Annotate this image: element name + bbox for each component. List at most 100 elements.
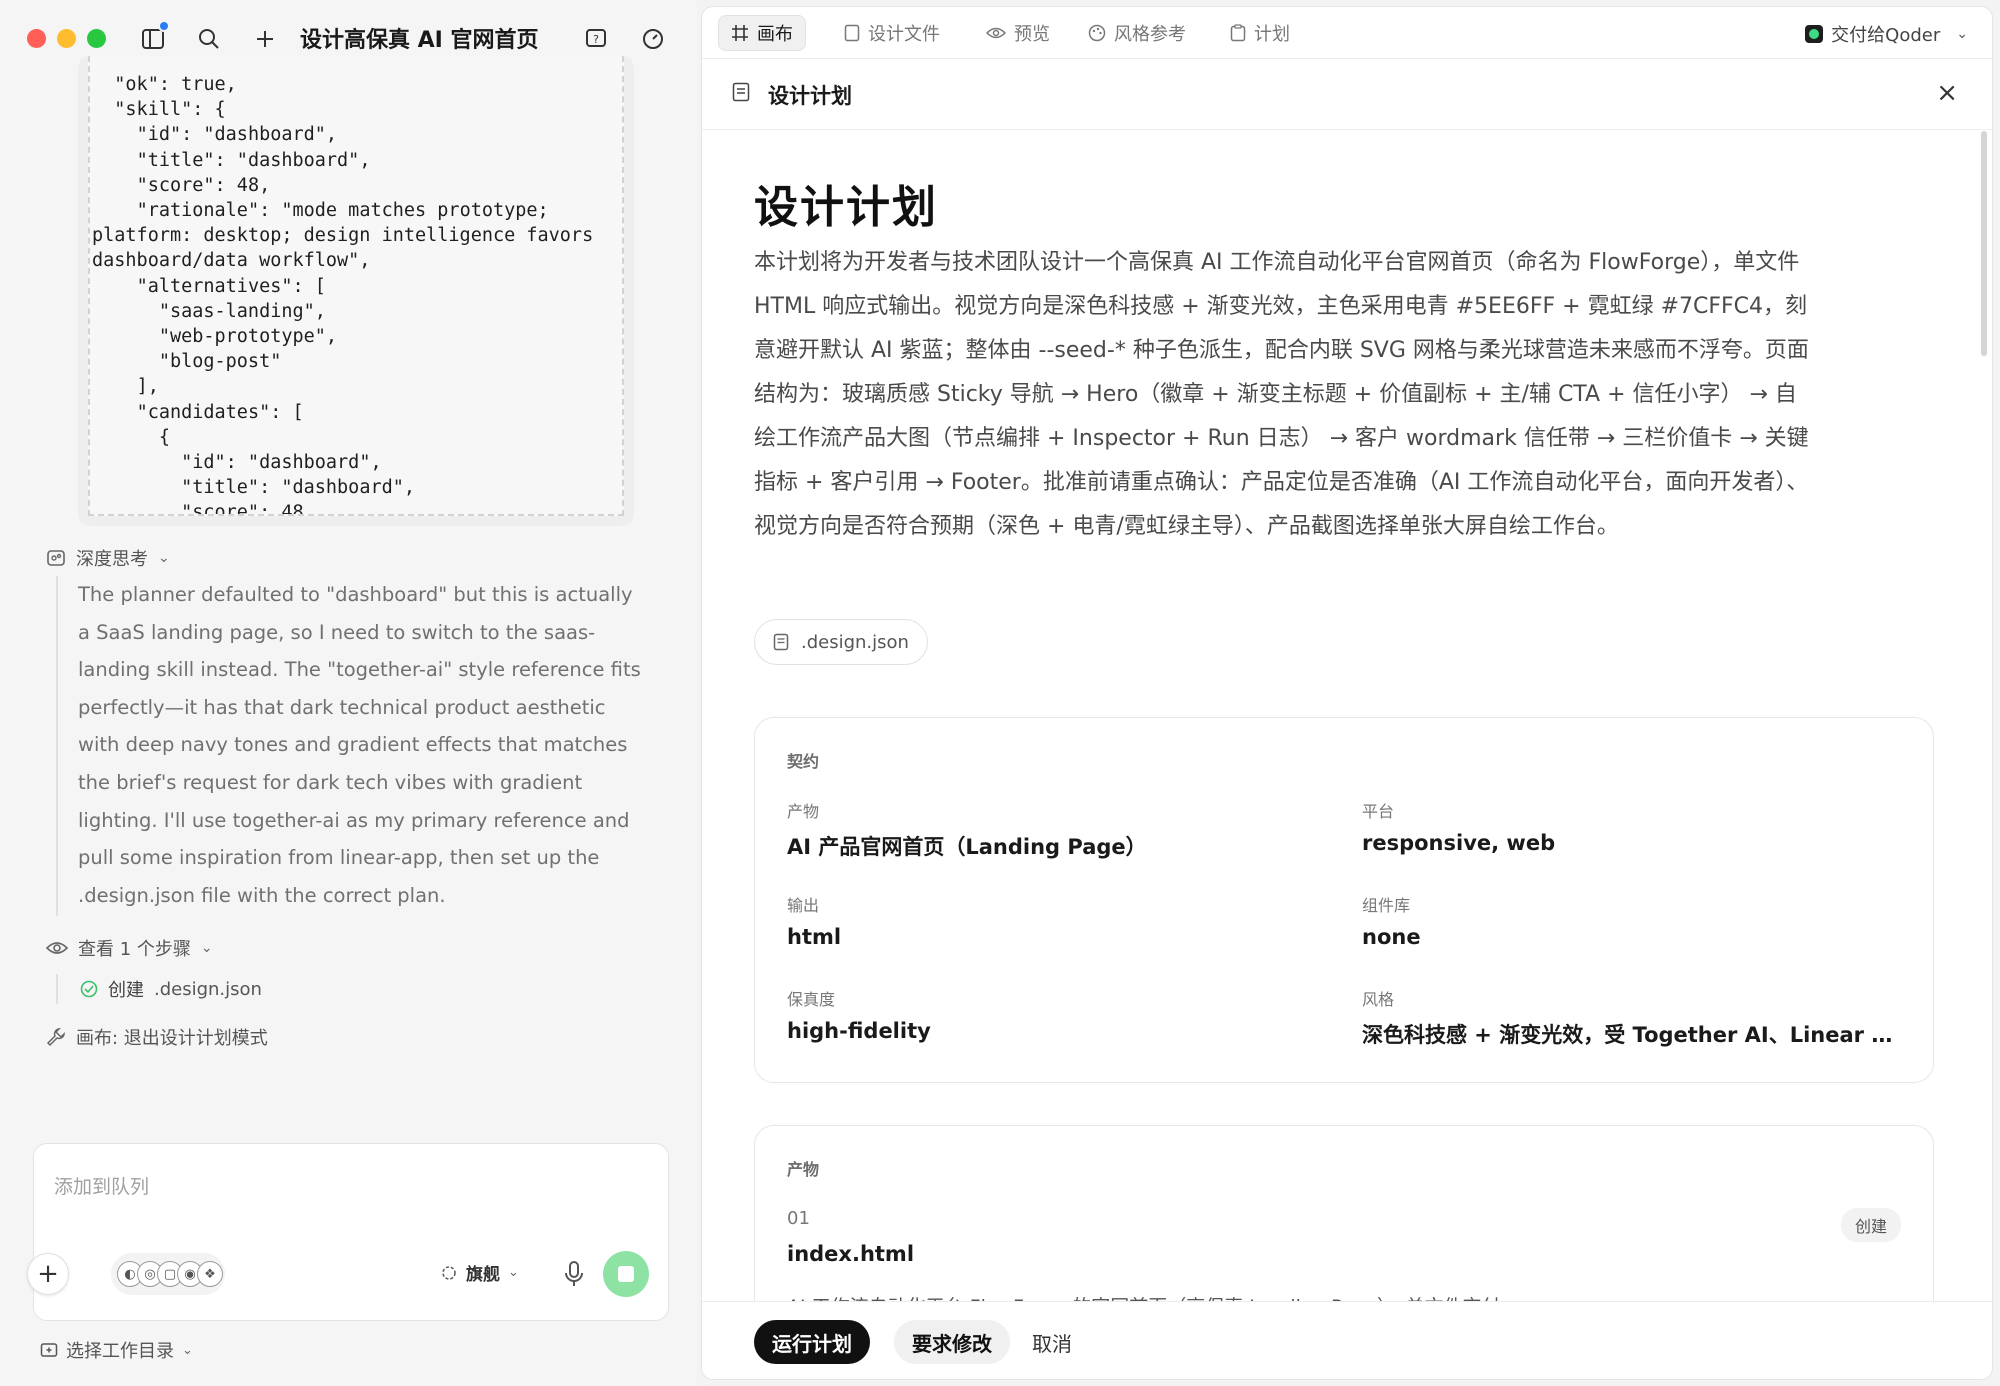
folder-plus-icon [40, 1343, 58, 1357]
canvas-action-label: 画布: 退出设计计划模式 [76, 1028, 268, 1049]
output-description: AI 工作流自动化平台 FlowForge 的官网首页（高保真 Landing … [787, 1292, 1501, 1301]
thinking-text: The planner defaulted to "dashboard" but… [78, 583, 641, 907]
steps-label: 查看 1 个步骤 [78, 939, 191, 960]
handoff-dropdown[interactable]: 交付给Qoder ⌄ [1805, 21, 1968, 47]
model-label: 旗舰 [466, 1265, 500, 1285]
request-changes-button[interactable]: 要求修改 [894, 1320, 1010, 1364]
maximize-window-button[interactable] [87, 29, 106, 48]
scrollbar[interactable] [1981, 131, 1987, 356]
chevron-down-icon: ⌄ [508, 1265, 519, 1280]
speedometer-icon[interactable] [640, 26, 666, 52]
design-panel: 画布 设计文件 预览 风格参考 计划 交付给Qoder ⌄ 设计计划 × 设计计… [701, 6, 1993, 1380]
chevron-down-icon: ⌄ [182, 1342, 193, 1358]
field-key: 组件库 [1362, 896, 1411, 915]
tool-selector[interactable]: ◐ ◎ ▢ ◉ ❖ [111, 1253, 225, 1295]
tab-label: 风格参考 [1114, 24, 1186, 45]
check-circle-icon [80, 980, 98, 998]
design-json-link[interactable]: .design.json [754, 619, 928, 665]
tab-preview[interactable]: 预览 [974, 15, 1062, 51]
output-index: 01 [787, 1208, 810, 1229]
app-window: 设计高保真 AI 官网首页 ? "ok": true, "skill": { "… [0, 0, 2000, 1386]
stop-icon [618, 1266, 634, 1282]
output-filename: index.html [787, 1242, 915, 1266]
help-icon[interactable]: ? [583, 26, 609, 52]
qoder-logo-icon [1805, 25, 1824, 43]
tab-design-files[interactable]: 设计文件 [832, 15, 952, 51]
close-icon[interactable]: × [1936, 78, 1958, 108]
thinking-content: The planner defaulted to "dashboard" but… [56, 576, 646, 916]
minimize-window-button[interactable] [57, 29, 76, 48]
workdir-label: 选择工作目录 [66, 1341, 174, 1362]
gear-icon [442, 1265, 456, 1280]
tab-label: 设计文件 [868, 24, 940, 45]
chevron-down-icon: ⌄ [200, 940, 213, 956]
field-value: html [787, 925, 842, 949]
contract-label: 契约 [787, 752, 820, 771]
new-chat-icon[interactable] [252, 26, 278, 52]
plan-title: 设计计划 [754, 182, 938, 233]
outputs-label: 产物 [787, 1160, 820, 1179]
field-value: 深色科技感 + 渐变光效，受 Together AI、Linear 启... [1362, 1023, 1902, 1047]
eye-icon [986, 27, 1006, 39]
action-bar: 运行计划 要求修改 取消 [702, 1301, 1992, 1379]
deep-thinking-toggle[interactable]: 深度思考 ⌄ [46, 545, 170, 571]
tab-bar: 画布 设计文件 预览 风格参考 计划 交付给Qoder ⌄ [702, 7, 1992, 59]
tool-icon: ❖ [197, 1261, 223, 1287]
close-window-button[interactable] [27, 29, 46, 48]
file-icon [773, 633, 789, 651]
field-value: high-fidelity [787, 1019, 931, 1043]
chevron-down-icon: ⌄ [158, 550, 170, 566]
contract-card: 契约 产物 AI 产品官网首页（Landing Page） 平台 respons… [754, 717, 1934, 1083]
field-value: AI 产品官网首页（Landing Page） [787, 835, 1147, 859]
outputs-card: 产物 01 index.html 创建 AI 工作流自动化平台 FlowForg… [754, 1125, 1934, 1301]
tab-canvas[interactable]: 画布 [718, 15, 806, 51]
queue-input[interactable]: 添加到队列 [54, 1172, 149, 1199]
step-target: .design.json [154, 978, 262, 1000]
microphone-icon[interactable] [560, 1259, 588, 1289]
add-attachment-button[interactable]: + [27, 1253, 69, 1295]
field-value: responsive, web [1362, 831, 1556, 855]
chat-title: 设计高保真 AI 官网首页 [300, 28, 539, 53]
plan-summary: 本计划将为开发者与技术团队设计一个高保真 AI 工作流自动化平台官网首页（命名为… [754, 250, 1809, 539]
step-action: 创建 [108, 980, 144, 1001]
deep-thinking-label: 深度思考 [76, 549, 148, 570]
svg-text:?: ? [593, 33, 599, 46]
doc-header-title: 设计计划 [768, 84, 852, 108]
run-plan-button[interactable]: 运行计划 [754, 1320, 870, 1364]
json-output: "ok": true, "skill": { "id": "dashboard"… [88, 56, 624, 516]
handoff-label: 交付给Qoder [1831, 25, 1941, 46]
clipboard-icon [1230, 24, 1246, 42]
steps-toggle[interactable]: 查看 1 个步骤 ⌄ [46, 935, 213, 961]
stop-button[interactable] [603, 1251, 649, 1297]
model-selector[interactable]: 旗舰 ⌄ [440, 1260, 519, 1285]
file-icon [844, 24, 860, 42]
workdir-selector[interactable]: 选择工作目录 ⌄ [40, 1337, 193, 1363]
json-output-text: "ok": true, "skill": { "id": "dashboard"… [92, 74, 594, 516]
document-icon [732, 82, 750, 106]
chevron-down-icon: ⌄ [1956, 26, 1968, 42]
field-key: 风格 [1362, 990, 1395, 1009]
notification-dot [158, 20, 170, 32]
tab-label: 画布 [757, 24, 793, 45]
field-key: 平台 [1362, 802, 1395, 821]
canvas-icon [732, 25, 748, 41]
palette-icon [1088, 24, 1106, 42]
field-value: none [1362, 925, 1421, 949]
eye-icon [46, 942, 68, 954]
canvas-action-row: 画布: 退出设计计划模式 [46, 1024, 268, 1050]
search-icon[interactable] [196, 26, 222, 52]
field-key: 保真度 [787, 990, 836, 1009]
field-key: 产物 [787, 802, 820, 821]
chat-panel: 设计高保真 AI 官网首页 ? "ok": true, "skill": { "… [0, 0, 697, 1386]
field-key: 输出 [787, 896, 820, 915]
tab-label: 计划 [1254, 24, 1290, 45]
brain-icon [47, 550, 65, 566]
wrench-icon [46, 1028, 65, 1047]
step-item: 创建 .design.json [56, 974, 262, 1004]
status-badge: 创建 [1840, 1208, 1901, 1242]
plan-document: 设计计划 本计划将为开发者与技术团队设计一个高保真 AI 工作流自动化平台官网首… [702, 131, 1992, 1301]
tab-style-reference[interactable]: 风格参考 [1076, 15, 1198, 51]
doc-header: 设计计划 × [702, 60, 1992, 130]
tab-plan[interactable]: 计划 [1218, 15, 1302, 51]
cancel-button[interactable]: 取消 [1022, 1320, 1082, 1364]
